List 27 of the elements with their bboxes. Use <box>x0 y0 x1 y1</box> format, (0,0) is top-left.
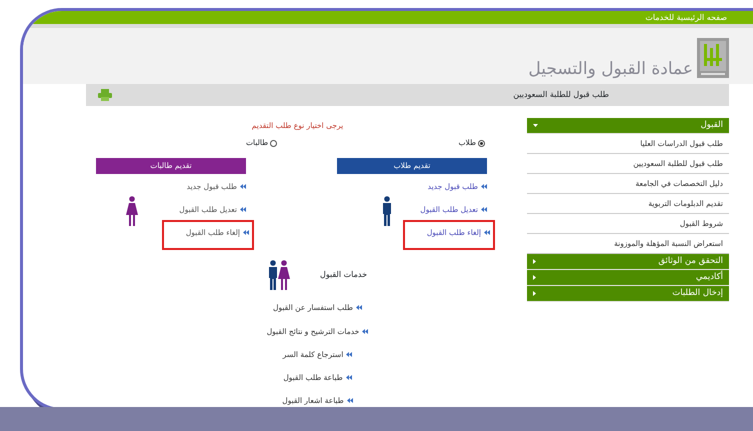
page-title: عمادة القبول والتسجيل <box>528 61 693 78</box>
arrow-icon <box>240 184 246 189</box>
caret-icon <box>533 259 536 264</box>
sidebar-section-header[interactable]: إدخال الطلبات <box>527 286 729 302</box>
arrow-icon <box>484 230 490 236</box>
sidebar-section-header[interactable]: القبول <box>527 118 729 134</box>
arrow-icon <box>362 328 368 334</box>
arrow-icon <box>240 206 246 212</box>
printer-icon[interactable] <box>98 89 112 101</box>
section-title: خدمات القبول <box>320 269 368 282</box>
arrow-icon <box>481 184 487 189</box>
caret-down-icon <box>533 124 538 127</box>
arrow-icon <box>346 352 352 357</box>
arrow-icon <box>243 230 249 236</box>
couple-figure-icon <box>268 260 290 290</box>
sidebar-section-header[interactable]: أكاديمي <box>527 270 729 286</box>
female-figure-icon <box>126 196 138 226</box>
arrow-icon <box>346 398 353 404</box>
arrow-icon <box>356 305 362 310</box>
arrow-icon <box>481 206 487 212</box>
sidebar-section-header[interactable]: التحقق من الوثائق <box>527 254 729 270</box>
arrow-icon <box>346 375 352 380</box>
caret-icon <box>533 291 536 296</box>
caret-icon <box>533 275 536 280</box>
breadcrumb-link[interactable]: طلب قبول للطلبة السعوديين <box>513 89 609 101</box>
university-logo <box>697 38 729 78</box>
male-figure-icon <box>382 196 392 226</box>
